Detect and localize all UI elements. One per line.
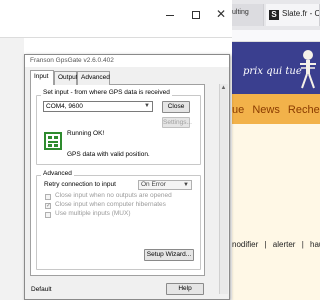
tab-input[interactable]: Input (30, 70, 54, 85)
scroll-up-icon[interactable]: ▲ (219, 84, 228, 92)
browser-tab-slate[interactable]: S Slate.fr - Cultu (266, 4, 320, 26)
checkbox-label: Close input when computer hibernates (55, 201, 166, 208)
default-label: Default (31, 286, 52, 293)
scrollbar[interactable] (219, 84, 228, 294)
modifier-link[interactable]: nodifier (232, 240, 258, 249)
checkbox-label: Close input when no outputs are opened (55, 192, 172, 199)
close-no-outputs-checkbox[interactable] (45, 194, 51, 200)
separator: | (264, 240, 267, 249)
gps-status-icon (44, 132, 62, 150)
background-pane (0, 38, 24, 300)
alerter-link[interactable]: alerter (273, 240, 296, 249)
nav-item-news[interactable]: News (252, 104, 280, 116)
haut-link[interactable]: haut (310, 240, 320, 249)
address-bar[interactable] (232, 30, 320, 42)
chevron-down-icon[interactable]: ▼ (183, 181, 189, 189)
maximize-icon[interactable] (192, 11, 200, 19)
close-button[interactable]: Close (162, 101, 190, 113)
advanced-group-label: Advanced (41, 170, 74, 177)
minimize-icon[interactable] (166, 10, 176, 20)
setup-wizard-button[interactable]: Setup Wizard... (144, 249, 194, 261)
multiple-inputs-checkbox[interactable] (45, 212, 51, 218)
retry-dropdown[interactable]: On Error ▼ (138, 180, 192, 190)
slate-favicon-icon: S (269, 10, 279, 20)
tab-advanced[interactable]: Advanced (77, 71, 110, 85)
nav-item[interactable]: ue (232, 104, 244, 116)
chevron-down-icon[interactable]: ▼ (144, 102, 150, 111)
dialog-title: Franson GpsGate v2.6.0.402 (30, 57, 114, 64)
status-running-text: Running OK! (67, 130, 105, 137)
help-button[interactable]: Help (166, 283, 204, 295)
skeleton-image (300, 50, 316, 89)
retry-label: Retry connection to input (44, 181, 116, 188)
input-group-label: Set input - from where GPS data is recei… (41, 89, 172, 96)
comment-links: nodifier | alerter | haut (232, 240, 320, 249)
input-source-value: COM4, 9600 (46, 103, 83, 110)
browser-tab-label: Slate.fr - Cultu (282, 9, 320, 18)
browser-tab-label: ulting (232, 9, 249, 16)
status-valid-text: GPS data with valid position. (67, 151, 150, 158)
close-icon[interactable]: ✕ (215, 7, 227, 21)
settings-button[interactable]: Settings... (162, 117, 192, 128)
banner-text: prix qui tue (243, 66, 302, 77)
site-nav-items: ue News Recherc (232, 104, 320, 116)
tab-output[interactable]: Output (54, 71, 78, 85)
nav-item-recherche[interactable]: Recherc (288, 104, 320, 116)
checkbox-label: Use multiple inputs (MUX) (55, 210, 131, 217)
close-hibernate-checkbox[interactable]: ✓ (45, 203, 51, 209)
retry-value: On Error (141, 181, 166, 188)
input-source-dropdown[interactable]: COM4, 9600 ▼ (43, 101, 153, 112)
browser-tab[interactable]: ulting (232, 4, 264, 26)
separator: | (301, 240, 304, 249)
